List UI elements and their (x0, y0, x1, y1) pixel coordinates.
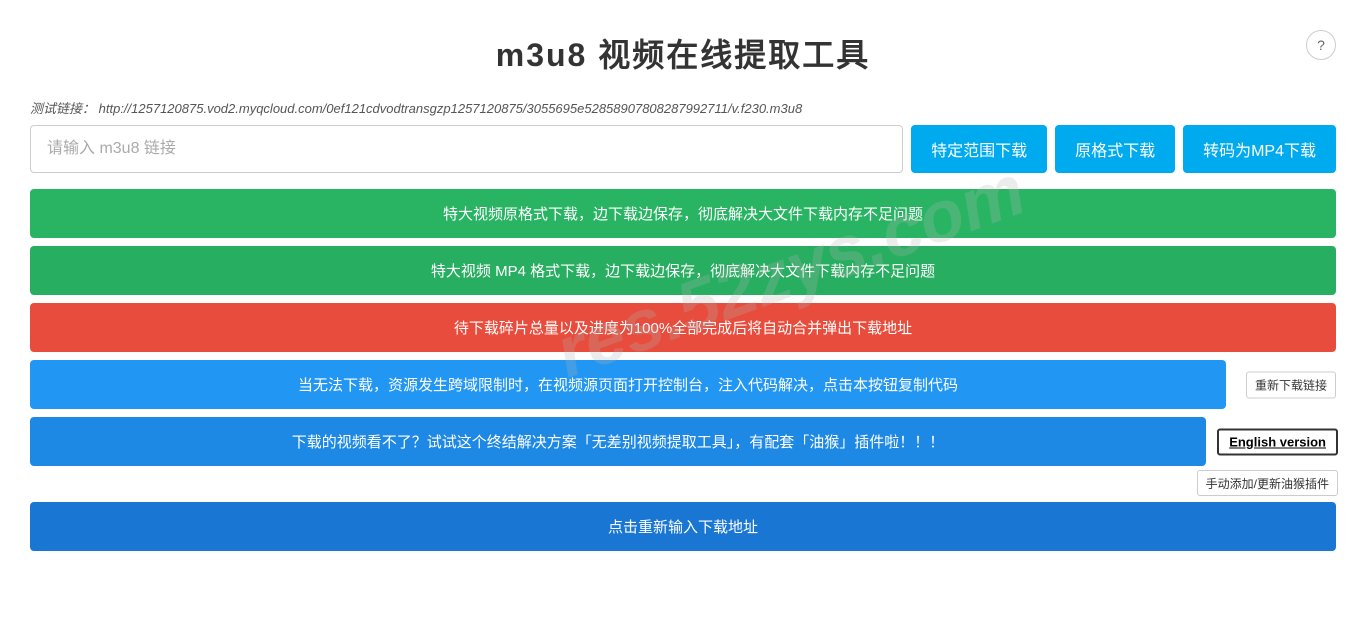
help-button[interactable]: ? (1306, 30, 1336, 60)
info-bar-1[interactable]: 特大视频原格式下载，边下载边保存，彻底解决大文件下载内存不足问题 (30, 189, 1336, 238)
page-title: m3u8 视频在线提取工具 (30, 30, 1336, 76)
url-input[interactable] (30, 125, 903, 173)
bar4-wrapper: 当无法下载，资源发生跨域限制时，在视频源页面打开控制台，注入代码解决，点击本按钮… (30, 360, 1226, 409)
manual-plugin-button[interactable]: 手动添加/更新油猴插件 (1197, 470, 1338, 496)
reload-link-button[interactable]: 重新下载链接 (1246, 371, 1336, 398)
info-bar-5[interactable]: 下载的视频看不了？试试这个终结解决方案「无差别视频提取工具」，有配套「油猴」插件… (30, 417, 1206, 466)
bar6-wrapper: 点击重新输入下载地址 (30, 502, 1336, 551)
mp4-download-button[interactable]: 转码为MP4下载 (1183, 125, 1336, 173)
test-link-row: 测试链接： http://1257120875.vod2.myqcloud.co… (30, 86, 1336, 125)
test-link-label: 测试链接： (30, 101, 95, 116)
page-wrapper: res.52zys.com m3u8 视频在线提取工具 ? 测试链接： http… (0, 0, 1366, 628)
input-row: 特定范围下载 原格式下载 转码为MP4下载 (30, 125, 1336, 173)
info-bar-2[interactable]: 特大视频 MP4 格式下载，边下载边保存，彻底解决大文件下载内存不足问题 (30, 246, 1336, 295)
range-download-button[interactable]: 特定范围下载 (911, 125, 1047, 173)
english-version-button[interactable]: English version (1217, 428, 1338, 455)
info-bar-3[interactable]: 待下载碎片总量以及进度为100%全部完成后将自动合并弹出下载地址 (30, 303, 1336, 352)
info-bar-4[interactable]: 当无法下载，资源发生跨域限制时，在视频源页面打开控制台，注入代码解决，点击本按钮… (30, 360, 1226, 409)
header: m3u8 视频在线提取工具 ? (30, 0, 1336, 86)
bar3-wrapper: 待下载碎片总量以及进度为100%全部完成后将自动合并弹出下载地址 (30, 303, 1336, 352)
original-download-button[interactable]: 原格式下载 (1055, 125, 1175, 173)
info-bar-6[interactable]: 点击重新输入下载地址 (30, 502, 1336, 551)
test-link-url: http://1257120875.vod2.myqcloud.com/0ef1… (99, 101, 803, 116)
bar2-wrapper: 特大视频 MP4 格式下载，边下载边保存，彻底解决大文件下载内存不足问题 (30, 246, 1336, 295)
bar1-wrapper: 特大视频原格式下载，边下载边保存，彻底解决大文件下载内存不足问题 (30, 189, 1336, 238)
bar5-wrapper: 下载的视频看不了？试试这个终结解决方案「无差别视频提取工具」，有配套「油猴」插件… (30, 417, 1206, 466)
